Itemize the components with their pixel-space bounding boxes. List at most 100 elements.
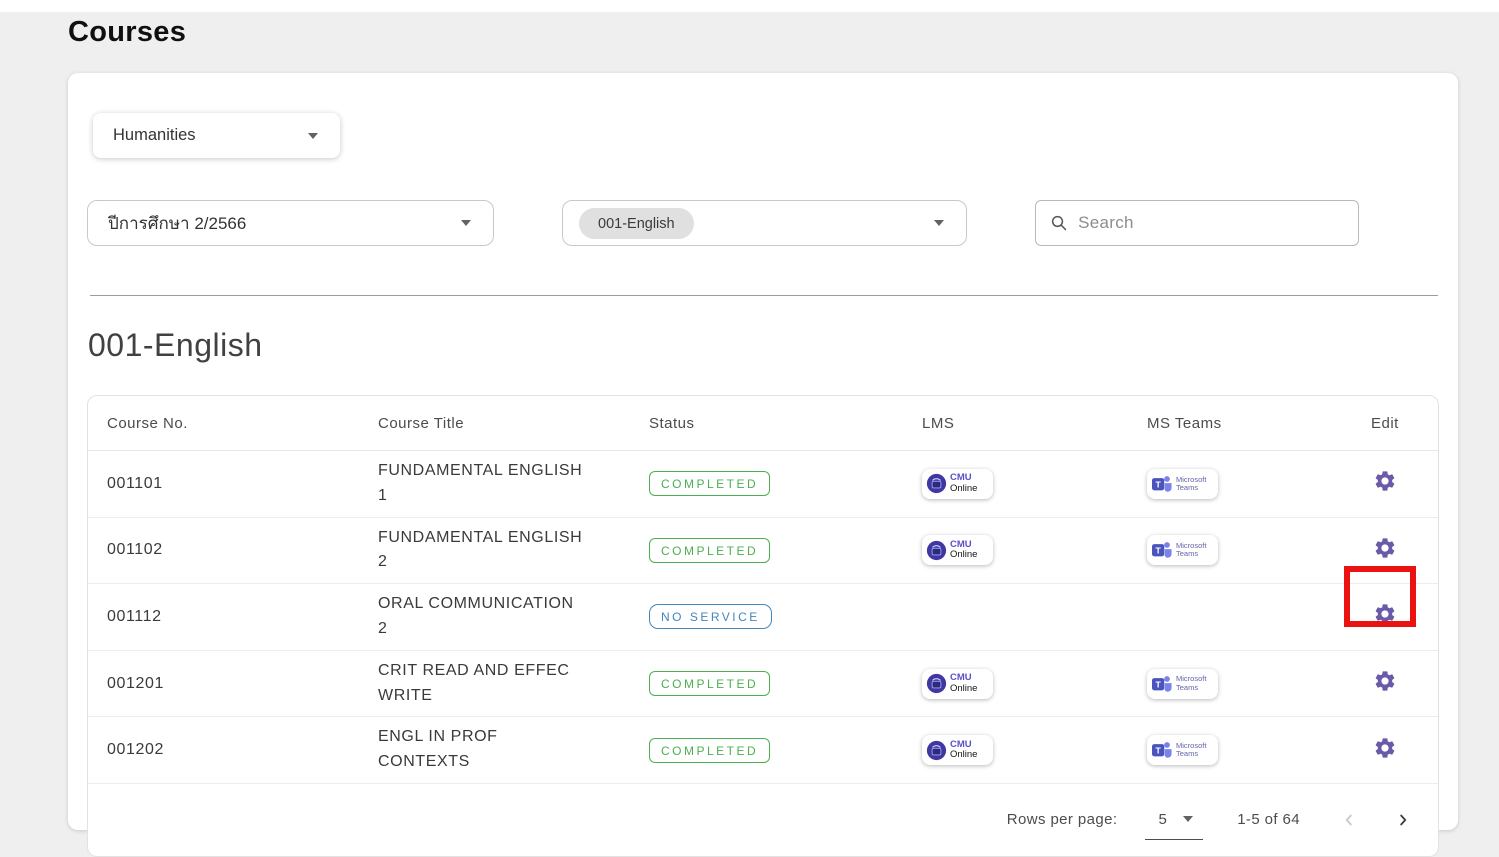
chevron-down-icon xyxy=(308,133,318,139)
ms-teams-logo-icon: T xyxy=(1151,740,1173,760)
lms-cell: CMU Online xyxy=(922,461,1147,507)
column-header-course-title: Course Title xyxy=(378,415,649,432)
cmu-online-logo-icon xyxy=(926,540,947,561)
rows-per-page-label: Rows per page: xyxy=(1007,811,1118,828)
chevron-down-icon xyxy=(934,220,944,226)
teams-cell xyxy=(1147,609,1371,625)
next-page-button[interactable] xyxy=(1390,807,1416,833)
status-cell: COMPLETED xyxy=(649,530,922,571)
settings-gear-icon[interactable] xyxy=(1373,669,1397,693)
status-badge: COMPLETED xyxy=(649,471,770,496)
course-no-cell: 001112 xyxy=(88,600,378,634)
course-title-cell: ENGL IN PROF CONTEXTS xyxy=(378,717,649,783)
chevron-down-icon xyxy=(1183,816,1193,822)
cmu-online-logo-icon xyxy=(926,673,947,694)
courses-table: Course No. Course Title Status LMS MS Te… xyxy=(87,395,1439,857)
svg-text:T: T xyxy=(1156,746,1162,756)
top-strip xyxy=(0,0,1499,12)
previous-page-button[interactable] xyxy=(1336,807,1362,833)
settings-gear-icon[interactable] xyxy=(1373,469,1397,493)
ms-teams-logo-icon: T xyxy=(1151,540,1173,560)
faculty-select[interactable]: Humanities xyxy=(93,113,340,158)
column-header-edit: Edit xyxy=(1371,415,1439,432)
status-badge: COMPLETED xyxy=(649,738,770,763)
chevron-down-icon xyxy=(461,220,471,226)
edit-cell xyxy=(1371,594,1439,639)
course-title-cell: CRIT READ AND EFFEC WRITE xyxy=(378,651,649,717)
divider xyxy=(90,295,1438,296)
rows-per-page-select[interactable]: 5 xyxy=(1145,800,1203,840)
edit-cell xyxy=(1371,528,1439,573)
cmu-online-logo-icon xyxy=(926,740,947,761)
teams-cell: T Microsoft Teams xyxy=(1147,727,1371,773)
svg-text:T: T xyxy=(1156,679,1162,689)
cmu-online-logo-icon xyxy=(926,473,947,494)
settings-gear-icon[interactable] xyxy=(1373,536,1397,560)
course-title-cell: ORAL COMMUNICATION 2 xyxy=(378,584,649,650)
course-no-cell: 001102 xyxy=(88,533,378,567)
column-header-lms: LMS xyxy=(922,415,1147,432)
table-row: 001202 ENGL IN PROF CONTEXTS COMPLETED C… xyxy=(88,717,1438,784)
status-badge: COMPLETED xyxy=(649,538,770,563)
teams-cell: T Microsoft Teams xyxy=(1147,527,1371,573)
status-badge: COMPLETED xyxy=(649,671,770,696)
rows-per-page-value: 5 xyxy=(1158,811,1167,828)
search-box xyxy=(1035,200,1359,246)
course-no-cell: 001202 xyxy=(88,733,378,767)
course-title-cell: FUNDAMENTAL ENGLISH 2 xyxy=(378,518,649,584)
lms-cell: CMU Online xyxy=(922,527,1147,573)
edit-cell xyxy=(1371,661,1439,706)
cmu-online-button[interactable]: CMU Online xyxy=(922,469,993,499)
table-row: 001102 FUNDAMENTAL ENGLISH 2 COMPLETED C… xyxy=(88,518,1438,585)
course-no-cell: 001201 xyxy=(88,667,378,701)
cmu-online-button[interactable]: CMU Online xyxy=(922,735,993,765)
chevron-right-icon xyxy=(1394,811,1412,829)
pagination-range: 1-5 of 64 xyxy=(1237,811,1300,828)
svg-text:T: T xyxy=(1156,546,1162,556)
table-body: 001101 FUNDAMENTAL ENGLISH 1 COMPLETED C… xyxy=(88,451,1438,784)
ms-teams-button[interactable]: T Microsoft Teams xyxy=(1147,535,1218,565)
page-title: Courses xyxy=(68,16,186,49)
faculty-select-value: Humanities xyxy=(113,126,196,145)
teams-cell: T Microsoft Teams xyxy=(1147,661,1371,707)
column-header-course-no: Course No. xyxy=(88,415,378,432)
settings-gear-icon[interactable] xyxy=(1373,736,1397,760)
academic-year-select[interactable]: ปีการศึกษา 2/2566 xyxy=(87,200,494,246)
ms-teams-logo-icon: T xyxy=(1151,474,1173,494)
course-group-chip[interactable]: 001-English xyxy=(579,208,694,239)
cmu-online-button[interactable]: CMU Online xyxy=(922,669,993,699)
table-row: 001101 FUNDAMENTAL ENGLISH 1 COMPLETED C… xyxy=(88,451,1438,518)
course-group-select[interactable]: 001-English xyxy=(562,200,967,246)
status-cell: COMPLETED xyxy=(649,730,922,771)
chevron-left-icon xyxy=(1340,811,1358,829)
column-header-ms-teams: MS Teams xyxy=(1147,415,1371,432)
svg-text:T: T xyxy=(1156,479,1162,489)
teams-cell: T Microsoft Teams xyxy=(1147,461,1371,507)
table-row: 001201 CRIT READ AND EFFEC WRITE COMPLET… xyxy=(88,651,1438,718)
settings-gear-icon[interactable] xyxy=(1373,602,1397,626)
search-input[interactable] xyxy=(1078,213,1344,233)
academic-year-value: ปีการศึกษา 2/2566 xyxy=(108,210,246,237)
ms-teams-button[interactable]: T Microsoft Teams xyxy=(1147,735,1218,765)
status-cell: NO SERVICE xyxy=(649,596,922,637)
table-header-row: Course No. Course Title Status LMS MS Te… xyxy=(88,396,1438,451)
edit-cell xyxy=(1371,728,1439,773)
ms-teams-logo-icon: T xyxy=(1151,674,1173,694)
pagination-bar: Rows per page: 5 1-5 of 64 xyxy=(88,784,1438,856)
lms-cell: CMU Online xyxy=(922,661,1147,707)
cmu-online-button[interactable]: CMU Online xyxy=(922,535,993,565)
lms-cell xyxy=(922,609,1147,625)
table-row: 001112 ORAL COMMUNICATION 2 NO SERVICE xyxy=(88,584,1438,651)
ms-teams-button[interactable]: T Microsoft Teams xyxy=(1147,469,1218,499)
lms-cell: CMU Online xyxy=(922,727,1147,773)
status-cell: COMPLETED xyxy=(649,463,922,504)
course-no-cell: 001101 xyxy=(88,467,378,501)
ms-teams-button[interactable]: T Microsoft Teams xyxy=(1147,669,1218,699)
status-badge: NO SERVICE xyxy=(649,604,772,629)
course-title-cell: FUNDAMENTAL ENGLISH 1 xyxy=(378,451,649,517)
section-title: 001-English xyxy=(88,327,263,364)
status-cell: COMPLETED xyxy=(649,663,922,704)
courses-card: Humanities ปีการศึกษา 2/2566 001-English… xyxy=(68,73,1458,830)
column-header-status: Status xyxy=(649,415,922,432)
edit-cell xyxy=(1371,461,1439,506)
